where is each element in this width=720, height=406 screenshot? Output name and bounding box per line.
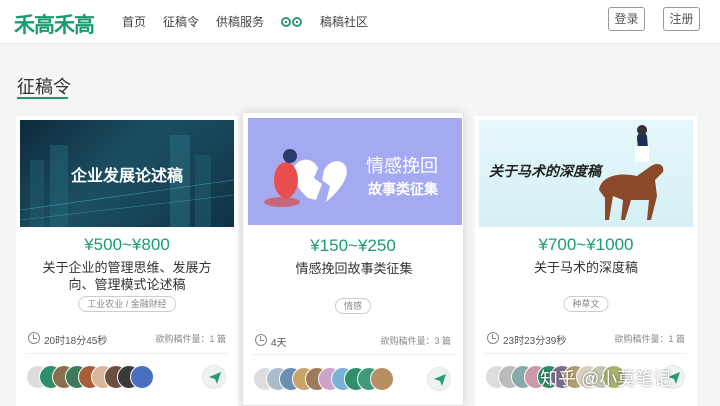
card-price: ¥500~¥800	[84, 235, 170, 254]
submission-card[interactable]: 关于马术的深度稿 ¥700~¥1000 关于马术的深度稿 种草文 23时23分3…	[475, 116, 697, 406]
avatar-group[interactable]	[26, 365, 154, 389]
card-banner: 情感挽回 故事类征集	[248, 118, 462, 225]
card-price: ¥150~¥250	[310, 236, 396, 255]
card-banner-text: 关于马术的深度稿	[489, 163, 601, 179]
card-tag[interactable]: 情感	[334, 298, 372, 314]
avatar[interactable]	[370, 367, 394, 391]
top-bar: 禾高禾高 首页 征稿令 供稿服务 稿稿社区 登录 注册	[0, 0, 720, 44]
card-count: 欲购稿件量：1 篇	[155, 334, 226, 344]
card-tag[interactable]: 种草文	[563, 296, 609, 312]
nav-community-label: 稿稿社区	[320, 15, 369, 29]
card-description: 关于企业的管理思维、发展方向、管理模式论述稿	[42, 260, 212, 292]
card-description: 关于马术的深度稿	[533, 260, 638, 275]
card-time-left: 4天	[271, 338, 287, 349]
nav-home[interactable]: 首页	[122, 13, 146, 30]
card-count: 欲购稿件量：1 篇	[614, 334, 685, 344]
card-description: 情感挽回故事类征集	[295, 261, 413, 276]
card-count: 欲购稿件量：3 篇	[380, 336, 451, 346]
nav-community[interactable]: 稿稿社区	[281, 13, 385, 30]
card-tag[interactable]: 工业农业 / 金融财经	[78, 296, 176, 312]
card-time-left: 20时18分45秒	[44, 336, 108, 347]
section-title: 征稿令	[17, 77, 71, 97]
card-banner-text: 企业发展论述稿	[70, 168, 183, 185]
watermark: 知乎 @小莫笔记	[540, 369, 672, 389]
clock-icon	[255, 334, 267, 346]
clock-icon	[487, 332, 499, 344]
divider	[253, 354, 455, 355]
send-button[interactable]	[202, 365, 226, 389]
avatar-group[interactable]	[253, 367, 394, 391]
card-time-left: 23时23分39秒	[503, 336, 567, 347]
card-banner: 关于马术的深度稿	[479, 120, 693, 227]
site-logo[interactable]: 禾高禾高	[14, 9, 95, 39]
submission-card[interactable]: 企业发展论述稿 ¥500~¥800 关于企业的管理思维、发展方向、管理模式论述稿…	[16, 116, 238, 406]
divider	[26, 353, 228, 354]
card-price: ¥700~¥1000	[538, 235, 634, 254]
login-button[interactable]: 登录	[608, 7, 645, 31]
clock-icon	[28, 332, 40, 344]
nav-call-for-submissions[interactable]: 征稿令	[163, 13, 199, 30]
submission-card[interactable]: 情感挽回 故事类征集 ¥150~¥250 情感挽回故事类征集 情感 4天 欲购稿…	[242, 112, 464, 406]
register-button[interactable]: 注册	[663, 7, 700, 31]
owl-icon	[281, 14, 303, 30]
avatar[interactable]	[130, 365, 154, 389]
card-banner: 企业发展论述稿	[20, 120, 234, 227]
section-underline	[17, 97, 68, 99]
send-button[interactable]	[427, 367, 451, 391]
divider	[485, 353, 687, 354]
paper-plane-icon	[209, 372, 221, 384]
paper-plane-icon	[434, 374, 446, 386]
main-nav: 首页 征稿令 供稿服务 稿稿社区	[122, 13, 402, 30]
nav-supply-service[interactable]: 供稿服务	[216, 13, 264, 30]
card-banner-text: 情感挽回	[366, 156, 438, 176]
card-banner-subtext: 故事类征集	[368, 181, 438, 197]
